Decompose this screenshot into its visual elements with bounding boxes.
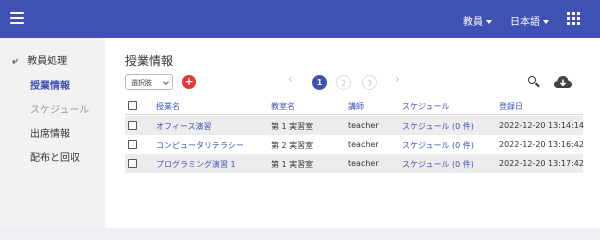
- filter-select-value: 選択肢: [131, 79, 152, 87]
- row-checkbox[interactable]: [128, 159, 137, 168]
- row-checkbox[interactable]: [128, 140, 137, 149]
- table-header-row: 授業名 教室名 講師 スケジュール 登録日: [125, 96, 583, 115]
- row-checkbox[interactable]: [128, 121, 137, 130]
- sidebar-item-course-info[interactable]: 授業情報: [30, 77, 70, 92]
- schedule-link[interactable]: スケジュール (0 件): [402, 159, 474, 170]
- sidebar-back-item[interactable]: ⤶ 教員処理: [12, 52, 67, 67]
- role-menu-label: 教員: [463, 17, 483, 28]
- role-menu[interactable]: 教員: [463, 13, 492, 28]
- course-name-link[interactable]: オフィース演習: [156, 121, 211, 132]
- table-row: プログラミング演習 1 第 1 実習室 teacher スケジュール (0 件)…: [125, 154, 584, 173]
- pagination-page-2[interactable]: 2: [336, 75, 351, 90]
- language-menu-label: 日本語: [510, 17, 540, 28]
- search-icon[interactable]: [528, 76, 540, 88]
- column-header-teacher[interactable]: 講師: [348, 101, 364, 112]
- column-header-schedule[interactable]: スケジュール: [402, 101, 449, 112]
- add-course-button[interactable]: +: [182, 75, 196, 89]
- teacher-name: teacher: [348, 140, 379, 149]
- schedule-link[interactable]: スケジュール (0 件): [402, 121, 474, 132]
- registered-date: 2022-12-20 13:16:42: [499, 140, 584, 149]
- filter-select[interactable]: 選択肢: [125, 74, 173, 90]
- table-row: コンピュータリテラシー 第 2 実習室 teacher スケジュール (0 件)…: [125, 135, 584, 154]
- teacher-name: teacher: [348, 159, 379, 168]
- main-content: 授業情報 選択肢 + ‹ 1 2 3 › 授業名 教室名 講師 スケジュール 登…: [105, 38, 600, 228]
- room-name: 第 1 実習室: [271, 122, 314, 131]
- pagination-next-button[interactable]: ›: [395, 72, 400, 86]
- app-bar: 教員 日本語: [0, 0, 600, 38]
- column-header-course[interactable]: 授業名: [156, 101, 180, 112]
- back-arrow-icon: ⤶: [12, 56, 18, 67]
- sidebar-item-schedule[interactable]: スケジュール: [30, 101, 89, 116]
- cloud-download-icon[interactable]: [554, 75, 572, 89]
- sidebar-item-distribution[interactable]: 配布と回収: [30, 149, 80, 164]
- chevron-down-icon: [163, 79, 169, 85]
- language-menu-caret-icon: [543, 20, 549, 24]
- hamburger-menu-icon[interactable]: [10, 12, 24, 24]
- column-header-date[interactable]: 登録日: [499, 101, 523, 112]
- sidebar-item-attendance[interactable]: 出席情報: [30, 125, 70, 140]
- select-all-checkbox[interactable]: [128, 101, 137, 110]
- schedule-link[interactable]: スケジュール (0 件): [402, 140, 474, 151]
- language-menu[interactable]: 日本語: [510, 13, 549, 28]
- teacher-name: teacher: [348, 121, 379, 130]
- table-row: オフィース演習 第 1 実習室 teacher スケジュール (0 件) 202…: [125, 116, 584, 135]
- role-menu-caret-icon: [486, 20, 492, 24]
- apps-grid-icon[interactable]: [567, 12, 580, 25]
- course-name-link[interactable]: コンピュータリテラシー: [156, 140, 244, 151]
- sidebar: ⤶ 教員処理 授業情報 スケジュール 出席情報 配布と回収: [0, 38, 105, 228]
- pagination-prev-button[interactable]: ‹: [288, 72, 293, 86]
- column-header-room[interactable]: 教室名: [271, 101, 295, 112]
- registered-date: 2022-12-20 13:17:42: [499, 159, 584, 168]
- room-name: 第 2 実習室: [271, 141, 314, 150]
- sidebar-back-label: 教員処理: [27, 56, 68, 67]
- registered-date: 2022-12-20 13:14:14: [499, 121, 584, 130]
- page-title: 授業情報: [125, 54, 174, 68]
- pagination-page-3[interactable]: 3: [362, 75, 377, 90]
- pagination-page-1[interactable]: 1: [312, 75, 327, 90]
- room-name: 第 1 実習室: [271, 160, 314, 169]
- course-name-link[interactable]: プログラミング演習 1: [156, 159, 236, 170]
